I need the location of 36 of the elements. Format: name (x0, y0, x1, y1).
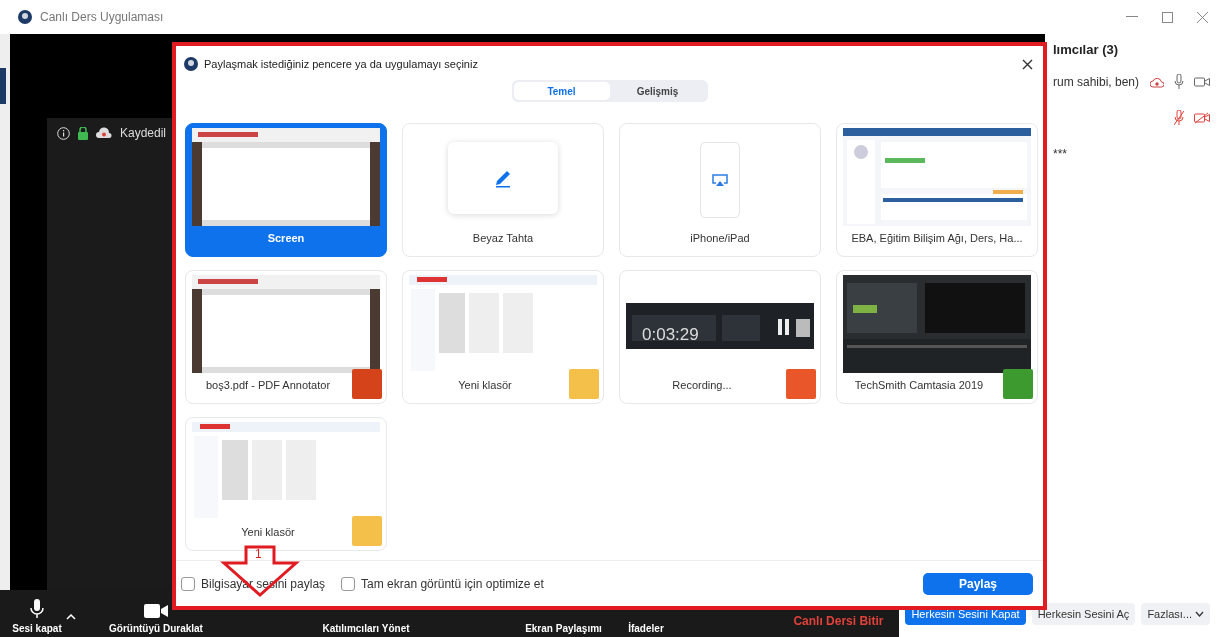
tab[interactable]: Gelişmiş (609, 82, 706, 100)
window-title: Canlı Ders Uygulaması (40, 10, 164, 24)
toolbar-button[interactable]: Görüntüyü Duraklat (96, 603, 216, 634)
source-label: Screen (267, 232, 305, 244)
source-label: EBA, Eğitim Bilişim Ağı, Ders, Ha... (851, 232, 1023, 244)
source-label: Yeni klasör (241, 526, 295, 538)
tab[interactable]: Temel (513, 82, 610, 100)
end-meeting-link[interactable]: Canlı Dersi Bitir (793, 614, 884, 628)
toolbar-button[interactable]: Sesi kapat (12, 599, 62, 634)
share-source-card[interactable]: iPhone/iPad (619, 123, 821, 257)
toolbar-button[interactable]: İfadeler (611, 623, 681, 634)
share-source-card[interactable]: Yeni klasör (402, 270, 604, 404)
share-source-card[interactable]: TechSmith Camtasia 2019 (836, 270, 1038, 404)
participant-name: *** (1053, 147, 1067, 161)
dialog-title: Paylaşmak istediğiniz pencere ya da uygulamayı seçiniz (204, 58, 478, 70)
timer-text: 0:03:29 (642, 325, 699, 345)
source-label: iPhone/iPad (690, 232, 750, 244)
source-label: Yeni klasör (458, 379, 512, 391)
share-source-card[interactable]: 0:03:29 Recording... (619, 270, 821, 404)
recording-label: Kaydedil (120, 126, 167, 140)
share-source-card[interactable]: Beyaz Tahta (402, 123, 604, 257)
panel-title: lımcılar (3) (1053, 42, 1120, 57)
source-label: boş3.pdf - PDF Annotator (205, 379, 331, 391)
source-label: Recording... (672, 379, 732, 391)
panel-button[interactable]: Fazlası... (1141, 602, 1210, 625)
toolbar-button[interactable]: Ekran Paylaşımı (516, 623, 611, 634)
share-button[interactable]: Paylaş (923, 572, 1033, 595)
option-label: Tam ekran görüntü için optimize et (361, 576, 544, 591)
toolbar-button[interactable]: Katılımcıları Yönet (216, 623, 516, 634)
panel-button[interactable]: Herkesin Sesini Aç (1031, 602, 1136, 625)
share-source-card[interactable]: EBA, Eğitim Bilişim Ağı, Ders, Ha... (836, 123, 1038, 257)
share-source-card[interactable]: Screen (185, 123, 387, 257)
participant-name: rum sahibi, ben) (1053, 75, 1140, 89)
source-label: Beyaz Tahta (472, 232, 534, 244)
share-source-card[interactable]: boş3.pdf - PDF Annotator (185, 270, 387, 404)
source-label: TechSmith Camtasia 2019 (854, 379, 984, 391)
